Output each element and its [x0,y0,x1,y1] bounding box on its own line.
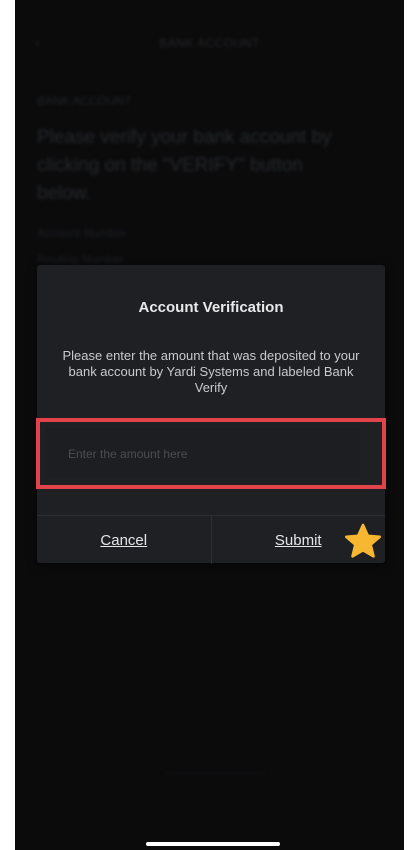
cancel-button[interactable]: Cancel [37,516,211,564]
nav-title: BANK ACCOUNT [159,36,260,50]
dialog-title: Account Verification [138,299,284,316]
amount-input-highlight [36,418,386,489]
account-verification-dialog: Account Verification Please enter the am… [36,265,386,564]
star-icon [345,523,381,558]
nav-bar: ‹ BANK ACCOUNT [15,32,404,56]
routing-number-label: Routing Number [37,252,125,266]
page-heading: Please verify your bank account by click… [37,127,332,204]
amount-input[interactable] [46,428,360,479]
account-number-label: Account Number [37,226,127,240]
dialog-message: Please enter the amount that was deposit… [62,348,360,395]
phone-screen: ‹ BANK ACCOUNT BANK ACCOUNT Please verif… [15,0,404,850]
home-indicator[interactable] [146,842,280,846]
section-label: BANK ACCOUNT [37,94,132,108]
dialog-footer: Cancel Submit [37,515,385,564]
faint-divider [165,772,265,774]
